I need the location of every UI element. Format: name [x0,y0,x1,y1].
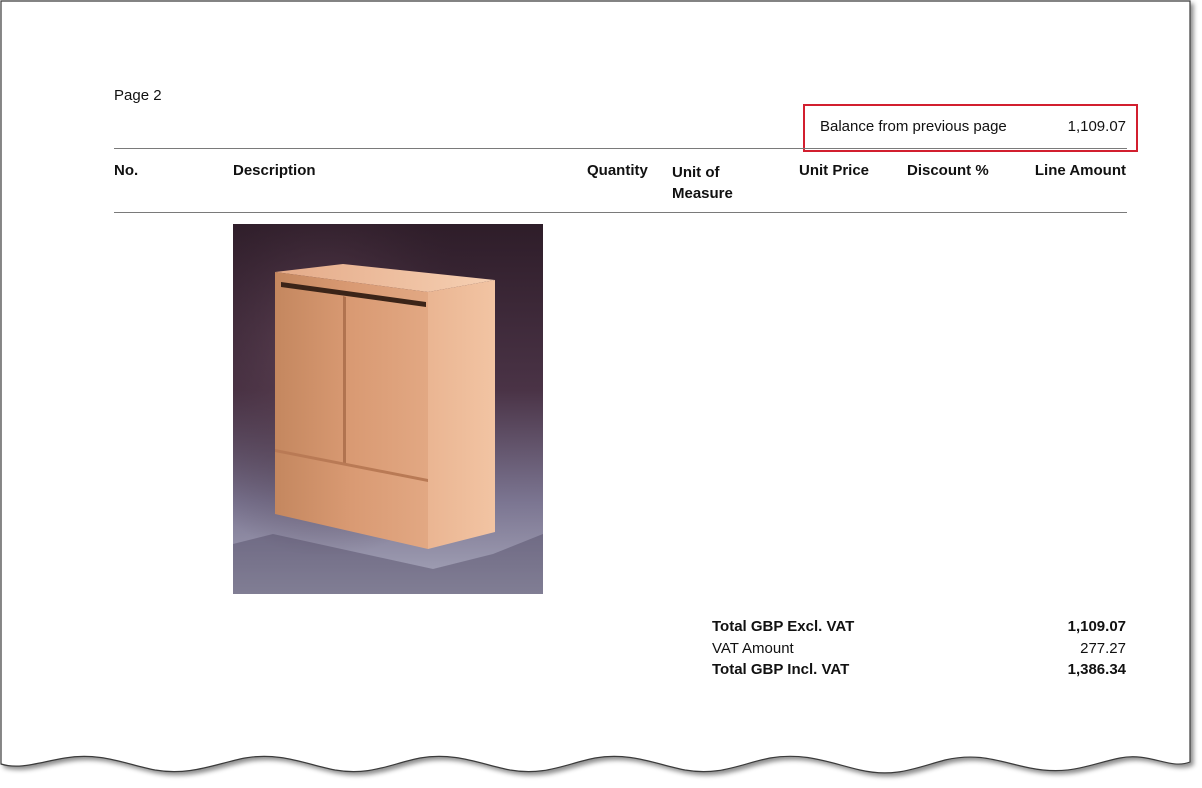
balance-value: 1,109.07 [1067,118,1126,135]
column-header-quantity: Quantity [587,162,648,179]
column-header-discount: Discount % [907,162,989,179]
total-incl-vat-label: Total GBP Incl. VAT [712,661,850,678]
column-header-unit-of-measure: Unit of Measure [672,162,733,204]
column-header-description: Description [233,162,316,179]
column-header-no: No. [114,162,139,179]
vat-amount-value: 277.27 [1080,640,1126,657]
page-number: Page 2 [114,87,162,104]
total-excl-vat-value: 1,109.07 [1067,618,1126,635]
balance-label: Balance from previous page [820,118,1007,135]
column-header-line-amount: Line Amount [1034,162,1126,179]
header-top-rule [114,148,1127,149]
product-image-cabinet [233,224,543,594]
unit-of-measure-line2: Measure [672,185,733,202]
vat-amount-label: VAT Amount [712,640,794,657]
total-incl-vat-value: 1,386.34 [1067,661,1126,678]
column-header-unit-price: Unit Price [799,162,870,179]
total-excl-vat-label: Total GBP Excl. VAT [712,618,855,635]
header-bottom-rule [114,212,1127,213]
unit-of-measure-line1: Unit of [672,164,720,181]
